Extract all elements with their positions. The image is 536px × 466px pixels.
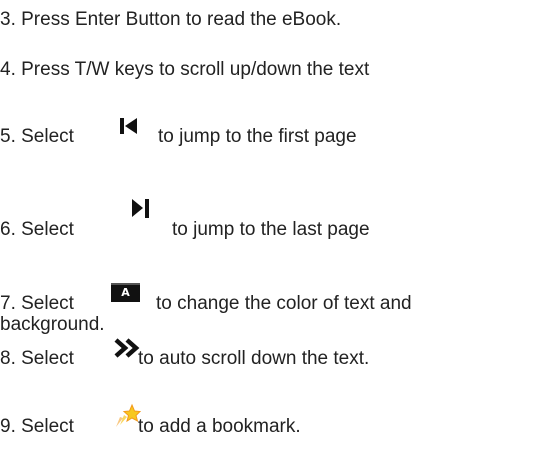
instruction-step-9-prefix: 9. Select (0, 416, 74, 437)
instruction-step-4: 4. Press T/W keys to scroll up/down the … (0, 59, 370, 80)
instruction-step-7-prefix: 7. Select (0, 293, 74, 314)
instruction-step-5-prefix: 5. Select (0, 126, 74, 147)
instruction-step-8-prefix: 8. Select (0, 348, 74, 369)
text-color-icon: A (111, 283, 140, 302)
instruction-step-7-continuation: background. (0, 314, 105, 335)
instruction-step-7-suffix: to change the color of text and (156, 293, 412, 314)
instruction-step-6-prefix: 6. Select (0, 219, 74, 240)
instruction-step-9-suffix: to add a bookmark. (138, 416, 301, 437)
instruction-step-5-suffix: to jump to the first page (158, 126, 357, 147)
text-color-icon-letter: A (121, 286, 130, 299)
skip-to-last-icon (132, 199, 149, 218)
instruction-step-8-suffix: to auto scroll down the text. (138, 348, 370, 369)
instruction-step-6-suffix: to jump to the last page (172, 219, 370, 240)
skip-to-first-icon (120, 118, 137, 134)
instruction-step-3: 3. Press Enter Button to read the eBook. (0, 9, 342, 30)
